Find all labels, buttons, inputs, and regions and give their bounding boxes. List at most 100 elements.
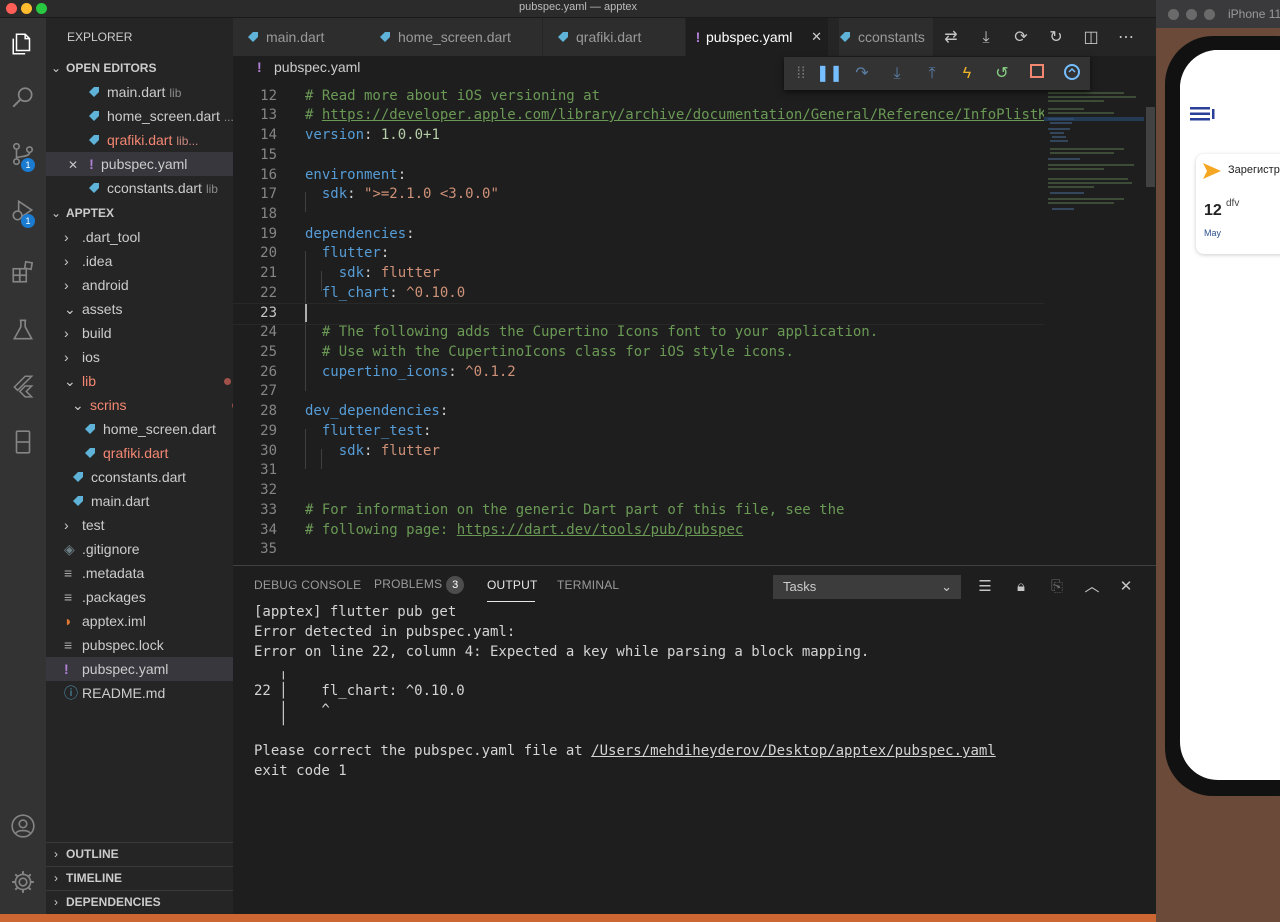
chevron-down-icon: ⌄	[941, 579, 952, 594]
code-editor[interactable]: 12 13 14 15 16 17 18 19 20 21 22 23 24 2…	[233, 79, 1044, 565]
chevron-right-icon: ›	[64, 229, 69, 245]
tab-problems[interactable]: PROBLEMS 3	[374, 576, 465, 594]
testing-flask-icon[interactable]	[0, 308, 46, 352]
drag-handle-icon[interactable]: ⁞⁞	[790, 63, 812, 85]
restart-icon[interactable]: ↺	[991, 63, 1013, 85]
tab-home-screen[interactable]: home_screen.dart	[365, 18, 543, 56]
tree-file[interactable]: ≡ .packages	[46, 585, 233, 609]
tree-folder[interactable]: › android	[46, 273, 233, 297]
tab-debug-console[interactable]: DEBUG CONSOLE	[254, 578, 361, 592]
pause-icon[interactable]: ❚❚	[816, 63, 843, 85]
tree-file[interactable]: main.dart	[46, 489, 233, 513]
minimap[interactable]	[1044, 79, 1144, 565]
status-bar[interactable]	[0, 914, 1156, 922]
open-editor-item[interactable]: cconstants.dart lib	[46, 176, 233, 200]
open-editors-header[interactable]: ⌄ OPEN EDITORS	[46, 57, 233, 79]
open-log-file-icon[interactable]: ⎘	[1048, 578, 1066, 596]
devtools-search-icon[interactable]	[1061, 63, 1083, 85]
close-panel-icon[interactable]: ✕	[1117, 578, 1135, 596]
phone-screen[interactable]: 11:08 Зарегистр 12 dfv May	[1180, 50, 1280, 780]
split-editor-icon[interactable]: ◫	[1081, 28, 1101, 48]
tree-file[interactable]: ≡ pubspec.lock	[46, 633, 233, 657]
output-line: Error detected in pubspec.yaml:	[254, 624, 516, 640]
extensions-icon[interactable]	[0, 250, 46, 294]
tab-cconstants[interactable]: cconstants	[839, 18, 934, 56]
settings-gear-icon[interactable]	[0, 860, 46, 904]
tree-file[interactable]: cconstants.dart	[46, 465, 233, 489]
open-editor-item[interactable]: qrafiki.dartlib...1	[46, 128, 233, 152]
explorer-icon[interactable]	[0, 22, 46, 66]
sim-minimize-button[interactable]	[1186, 9, 1197, 20]
event-card[interactable]: Зарегистр 12 dfv May	[1196, 154, 1280, 254]
yaml-file-icon: !	[257, 59, 262, 75]
dart-file-icon	[839, 19, 851, 42]
output-channel-select[interactable]: Tasks ⌄	[773, 575, 961, 599]
compare-changes-icon[interactable]: ⇄	[941, 28, 961, 48]
tab-terminal[interactable]: TERMINAL	[557, 578, 619, 592]
code-link[interactable]: https://dart.dev/tools/pub/pubspec	[457, 522, 744, 538]
line-number: 16	[260, 167, 277, 183]
menu-icon[interactable]	[1190, 106, 1216, 122]
breadcrumb-file[interactable]: pubspec.yaml	[274, 59, 360, 75]
tree-file[interactable]: home_screen.dart	[46, 417, 233, 441]
app-header: 11:08	[1180, 50, 1280, 122]
outline-header[interactable]: › OUTLINE	[46, 842, 233, 865]
tree-file[interactable]: ⓘ README.md	[46, 681, 233, 705]
download-icon[interactable]: ⤓	[976, 28, 996, 48]
tree-folder[interactable]: › test	[46, 513, 233, 537]
code-link[interactable]: https://developer.apple.com/library/arch…	[322, 107, 1044, 123]
tab-qrafiki[interactable]: qrafiki.dart	[543, 18, 686, 56]
tree-file-active[interactable]: ! pubspec.yaml	[46, 657, 233, 681]
step-into-icon[interactable]: ⤓	[886, 63, 908, 85]
chevron-right-icon: ›	[54, 871, 58, 885]
project-header[interactable]: ⌄ APPTEX	[46, 202, 233, 224]
step-out-icon[interactable]: ⤒	[921, 63, 943, 85]
sim-zoom-button[interactable]	[1204, 9, 1215, 20]
hot-reload-lightning-icon[interactable]: ϟ	[956, 63, 978, 85]
line-number: 14	[260, 127, 277, 143]
maximize-panel-icon[interactable]: ︿	[1083, 578, 1101, 596]
file-path-link[interactable]: /Users/mehdiheyderov/Desktop/apptex/pubs…	[591, 743, 996, 759]
open-editor-item-active[interactable]: ✕! pubspec.yaml	[46, 152, 233, 176]
clear-output-icon[interactable]: ☰	[976, 578, 994, 596]
tree-file[interactable]: qrafiki.dart1	[46, 441, 233, 465]
tree-folder[interactable]: ⌄ lib	[46, 369, 233, 393]
stop-icon[interactable]	[1026, 63, 1048, 85]
scrollbar-thumb[interactable]	[1146, 107, 1155, 187]
tree-folder[interactable]: › build	[46, 321, 233, 345]
tree-file[interactable]: ◗ apptex.iml	[46, 609, 233, 633]
lock-scroll-icon[interactable]: 🔒︎	[1012, 578, 1030, 596]
account-icon[interactable]	[0, 804, 46, 848]
timeline-header[interactable]: › TIMELINE	[46, 866, 233, 889]
tab-main-dart[interactable]: main.dart	[233, 18, 379, 56]
chevron-right-icon: ›	[64, 325, 69, 341]
dart-file-icon	[72, 466, 84, 482]
more-actions-icon[interactable]: ⋯	[1116, 28, 1136, 48]
run-debug-icon[interactable]: 1	[0, 188, 46, 232]
sync-icon[interactable]: ⟳	[1011, 28, 1031, 48]
tab-pubspec-yaml[interactable]: ! pubspec.yaml ✕	[686, 18, 829, 56]
tree-file[interactable]: ≡ .metadata	[46, 561, 233, 585]
tree-folder[interactable]: ⌄ assets	[46, 297, 233, 321]
tree-folder[interactable]: ⌄ scrins	[46, 393, 233, 417]
tree-folder[interactable]: › .dart_tool	[46, 225, 233, 249]
source-control-icon[interactable]: 1	[0, 132, 46, 176]
close-tab-icon[interactable]: ✕	[811, 18, 822, 56]
step-over-icon[interactable]: ↷	[851, 63, 873, 85]
explorer-title: EXPLORER	[67, 30, 133, 44]
sim-close-button[interactable]	[1168, 9, 1179, 20]
tree-file[interactable]: ◈ .gitignore	[46, 537, 233, 561]
editor-scrollbar[interactable]	[1144, 79, 1156, 565]
device-icon[interactable]	[0, 420, 46, 464]
tree-folder[interactable]: › ios	[46, 345, 233, 369]
tab-output[interactable]: OUTPUT	[487, 578, 538, 602]
dependencies-header[interactable]: › DEPENDENCIES	[46, 890, 233, 913]
close-icon[interactable]: ✕	[68, 153, 82, 176]
open-editor-item[interactable]: main.dart lib	[46, 80, 233, 104]
text-file-icon: ≡	[64, 589, 73, 605]
flutter-icon[interactable]	[0, 364, 46, 408]
tree-folder[interactable]: › .idea	[46, 249, 233, 273]
refresh-icon[interactable]: ↻	[1046, 28, 1066, 48]
search-icon[interactable]	[0, 76, 46, 120]
open-editor-item[interactable]: home_screen.dart...	[46, 104, 233, 128]
